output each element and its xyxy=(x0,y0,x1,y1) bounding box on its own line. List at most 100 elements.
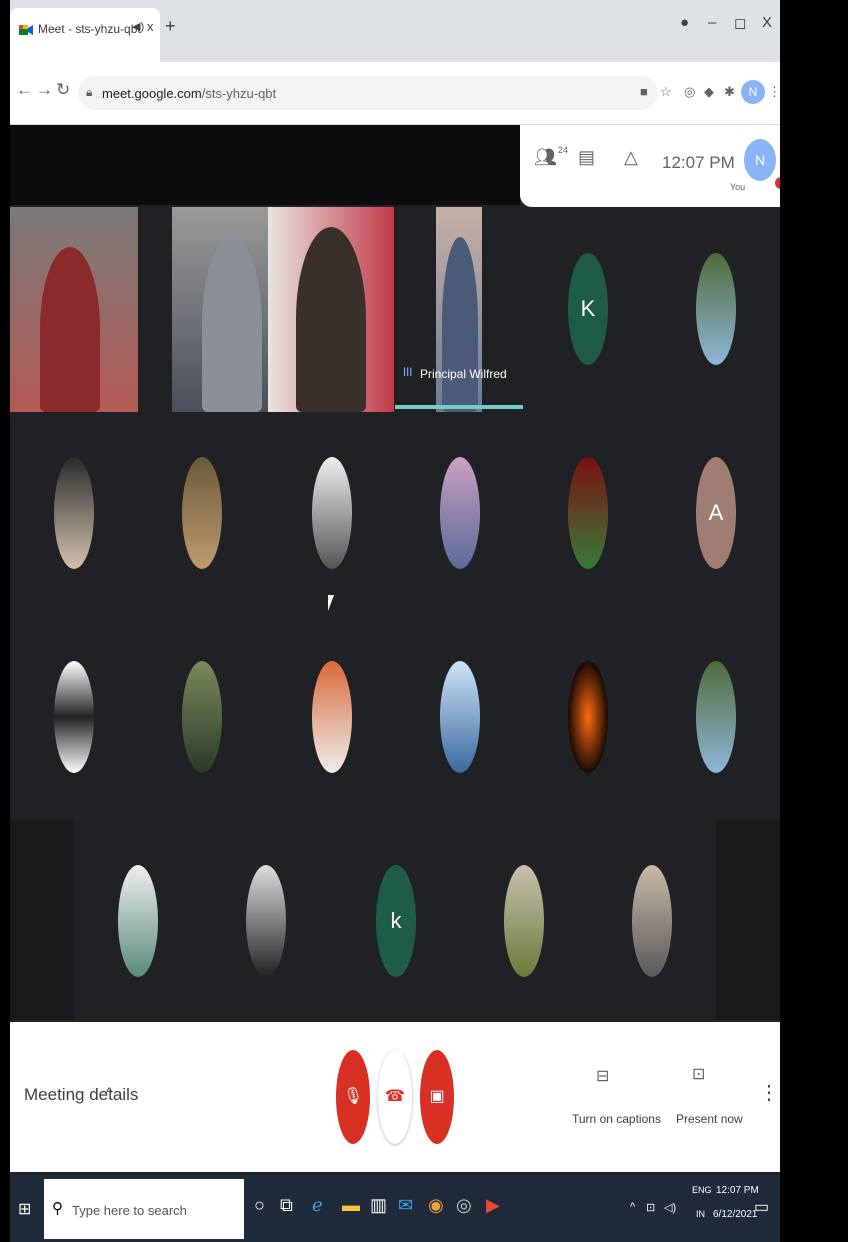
participant-avatar[interactable] xyxy=(632,865,672,977)
close-tab-icon[interactable]: x xyxy=(147,19,154,34)
url-text: meet.google.com/sts-yhzu-qbt xyxy=(102,86,277,101)
profile-avatar[interactable]: N xyxy=(741,80,765,104)
taskbar-search-placeholder: Type here to search xyxy=(72,1203,187,1218)
store-icon[interactable]: ▥ xyxy=(370,1195,387,1216)
participant-avatar[interactable] xyxy=(182,457,222,569)
participant-video-tile[interactable] xyxy=(10,207,138,412)
edge-icon[interactable]: ℯ xyxy=(312,1195,323,1216)
forward-icon[interactable]: → xyxy=(36,80,53,100)
mouse-cursor xyxy=(328,595,334,611)
address-bar[interactable]: 🔒︎ meet.google.com/sts-yhzu-qbt xyxy=(78,76,658,110)
activities-icon[interactable]: △ xyxy=(624,147,638,168)
participant-video-tile[interactable] xyxy=(268,207,394,412)
mic-off-button[interactable]: 🎙︎ xyxy=(336,1050,370,1144)
notifications-icon[interactable]: ▭ xyxy=(754,1197,769,1217)
speaking-indicator-icon: ǀǀǀ xyxy=(403,365,413,379)
participant-figure xyxy=(202,237,262,412)
active-speaker-video-tile[interactable] xyxy=(436,207,482,412)
cortana-icon[interactable]: ○ xyxy=(254,1195,265,1216)
bookmark-star-icon[interactable]: ☆ xyxy=(660,84,672,100)
participant-figure xyxy=(296,227,366,412)
windows-start-icon[interactable]: ⊞ xyxy=(18,1199,31,1219)
minimize-button[interactable]: – xyxy=(708,14,716,31)
windows-taskbar: ⊞ ⚲ Type here to search ○ ⧉ ℯ ▬ ▥ ✉ ◉ ◎ … xyxy=(10,1175,780,1242)
extension-icon[interactable]: ◎ xyxy=(684,84,695,100)
task-view-icon[interactable]: ⧉ xyxy=(280,1195,293,1216)
participant-avatar[interactable] xyxy=(182,661,222,773)
participant-avatar[interactable] xyxy=(504,865,544,977)
app-icon[interactable]: ◎ xyxy=(456,1195,472,1216)
file-explorer-icon[interactable]: ▬ xyxy=(342,1195,360,1216)
tile-gutter xyxy=(10,820,74,1020)
present-screen-icon[interactable]: ⊡ xyxy=(692,1064,705,1084)
participant-avatar[interactable] xyxy=(118,865,158,977)
participant-avatar-letter[interactable]: k xyxy=(376,865,416,977)
meeting-details-button[interactable]: Meeting details xyxy=(24,1085,138,1105)
mic-off-badge xyxy=(775,177,780,189)
chat-icon[interactable]: ▤ xyxy=(578,147,595,168)
browser-tab-meet[interactable]: Meet - sts-yhzu-qbt ◀) x xyxy=(10,8,160,62)
leave-call-button[interactable]: ☎︎ xyxy=(378,1050,412,1144)
taskbar-clock[interactable]: 12:07 PM xyxy=(716,1185,759,1196)
participant-avatar[interactable] xyxy=(312,457,352,569)
participant-avatar[interactable] xyxy=(568,661,608,773)
region-indicator[interactable]: IN xyxy=(696,1209,705,1219)
captions-icon[interactable]: ⊟ xyxy=(596,1066,609,1086)
taskbar-search-box[interactable]: ⚲ Type here to search xyxy=(44,1179,244,1239)
chrome-icon[interactable]: ◉ xyxy=(428,1195,444,1216)
chevron-up-icon[interactable]: ^ xyxy=(106,1084,113,1100)
more-options-icon[interactable]: ⋮ xyxy=(759,1080,779,1105)
search-icon: ⚲ xyxy=(52,1200,63,1217)
meeting-controls-bar: Meeting details ^ 🎙︎ ☎︎ ▣ ⊟ Turn on capt… xyxy=(10,1022,780,1172)
reload-icon[interactable]: ↻ xyxy=(56,80,70,100)
browser-menu-icon[interactable]: ⋮ xyxy=(768,84,780,100)
tile-gutter xyxy=(716,820,780,1020)
speaker-icon[interactable]: ◀) xyxy=(132,20,144,33)
people-icon[interactable]: 👥︎ xyxy=(534,147,557,168)
self-label: You xyxy=(730,182,746,192)
account-icon[interactable]: ● xyxy=(680,14,689,31)
volume-icon[interactable]: ◁) xyxy=(664,1201,676,1214)
participant-avatar[interactable] xyxy=(54,661,94,773)
participant-avatar[interactable] xyxy=(696,253,736,365)
participant-avatar[interactable] xyxy=(440,661,480,773)
screen: Meet - sts-yhzu-qbt ◀) x + ● – ◻ X ← → ↻… xyxy=(10,0,780,1242)
participant-avatar[interactable] xyxy=(568,457,608,569)
google-meet-icon xyxy=(19,25,33,35)
turn-on-captions-button[interactable]: Turn on captions xyxy=(572,1112,661,1126)
participant-avatar[interactable] xyxy=(246,865,286,977)
participant-avatar-letter[interactable]: K xyxy=(568,253,608,365)
self-avatar[interactable]: N xyxy=(744,139,776,181)
browser-toolbar: ← → ↻ 🔒︎ meet.google.com/sts-yhzu-qbt ■ … xyxy=(10,62,780,125)
camera-indicator-icon[interactable]: ■ xyxy=(640,84,648,99)
camera-off-button[interactable]: ▣ xyxy=(420,1050,454,1144)
back-icon[interactable]: ← xyxy=(16,80,33,100)
participant-avatar[interactable] xyxy=(696,661,736,773)
taskbar-date[interactable]: 6/12/2021 xyxy=(713,1209,758,1220)
app-icon[interactable]: ▶ xyxy=(486,1195,500,1216)
tray-chevron-up-icon[interactable]: ^ xyxy=(630,1201,635,1213)
new-tab-button[interactable]: + xyxy=(165,16,176,37)
participant-avatar-letter[interactable]: A xyxy=(696,457,736,569)
participant-video-tile[interactable] xyxy=(172,207,268,412)
participant-avatar[interactable] xyxy=(54,457,94,569)
hang-up-icon: ☎︎ xyxy=(385,1088,405,1105)
present-now-button[interactable]: Present now xyxy=(676,1112,743,1126)
participant-avatar[interactable] xyxy=(440,457,480,569)
participant-figure xyxy=(40,247,100,412)
participant-avatar[interactable] xyxy=(312,661,352,773)
extension-icon[interactable]: ◆ xyxy=(704,84,714,100)
camera-off-icon: ▣ xyxy=(429,1088,445,1105)
extensions-puzzle-icon[interactable]: ✱ xyxy=(724,84,735,100)
close-window-button[interactable]: X xyxy=(762,14,772,31)
participant-figure xyxy=(442,237,478,412)
language-indicator[interactable]: ENG xyxy=(692,1185,712,1195)
tab-title: Meet - sts-yhzu-qbt xyxy=(38,22,141,36)
mail-icon[interactable]: ✉ xyxy=(398,1195,413,1216)
maximize-button[interactable]: ◻ xyxy=(734,14,746,32)
browser-tab-strip: Meet - sts-yhzu-qbt ◀) x + ● – ◻ X xyxy=(10,0,780,62)
active-speaker-highlight xyxy=(395,405,523,409)
meeting-info-panel: 👥︎ 24 ▤ △ 12:07 PM N You xyxy=(520,125,780,207)
network-icon[interactable]: ⊡ xyxy=(646,1201,655,1214)
meet-stage: 👥︎ 24 ▤ △ 12:07 PM N You ǀǀǀ Principal W… xyxy=(10,125,780,1172)
